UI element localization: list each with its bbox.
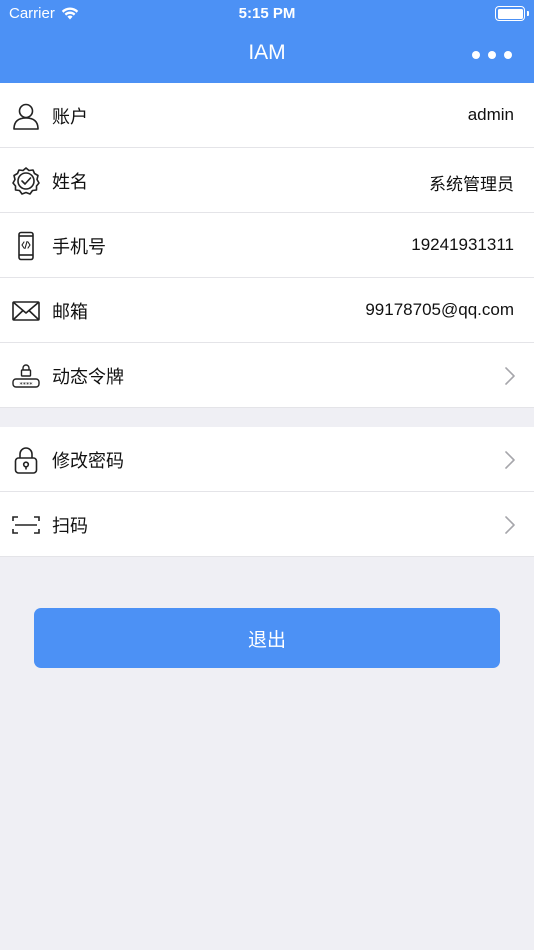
chevron-right-icon [504,515,516,535]
status-bar: Carrier 5:15 PM [0,0,534,28]
scan-row[interactable]: 扫码 [0,492,534,557]
name-label: 姓名 [52,172,88,193]
chevron-right-icon [504,366,516,386]
name-row: 姓名 系统管理员 [0,148,534,213]
verified-badge-icon [11,166,41,196]
mobile-phone-icon [11,231,41,261]
phone-row: 手机号 19241931311 [0,213,534,278]
page-title: IAM [248,41,286,64]
email-row: 邮箱 99178705@qq.com [0,278,534,343]
envelope-icon [11,296,41,326]
chevron-right-icon [504,450,516,470]
scan-icon [11,510,41,540]
dynamic-token-label: 动态令牌 [52,367,124,388]
clock: 5:15 PM [238,5,296,22]
battery-icon [495,6,529,21]
profile-group: 账户 admin 姓名 系统管理员 手机号 19241931311 邮箱 991… [0,83,534,408]
email-label: 邮箱 [52,302,88,323]
actions-group: 修改密码 扫码 [0,427,534,557]
password-lock-icon: **** [11,361,41,391]
dynamic-token-row[interactable]: **** 动态令牌 [0,343,534,408]
svg-text:****: **** [20,381,34,389]
account-row: 账户 admin [0,83,534,148]
change-password-row[interactable]: 修改密码 [0,427,534,492]
lock-icon [11,445,41,475]
logout-button[interactable]: 退出 [34,608,500,668]
email-value: 99178705@qq.com [365,300,514,319]
account-label: 账户 [52,107,88,128]
navigation-bar: IAM [0,28,534,83]
account-value: admin [467,105,514,124]
more-icon[interactable] [472,42,512,68]
scan-label: 扫码 [52,516,88,537]
phone-label: 手机号 [52,237,106,258]
user-icon [11,101,41,131]
phone-value: 19241931311 [411,235,514,254]
name-value: 系统管理员 [429,175,514,194]
change-password-label: 修改密码 [52,451,124,472]
